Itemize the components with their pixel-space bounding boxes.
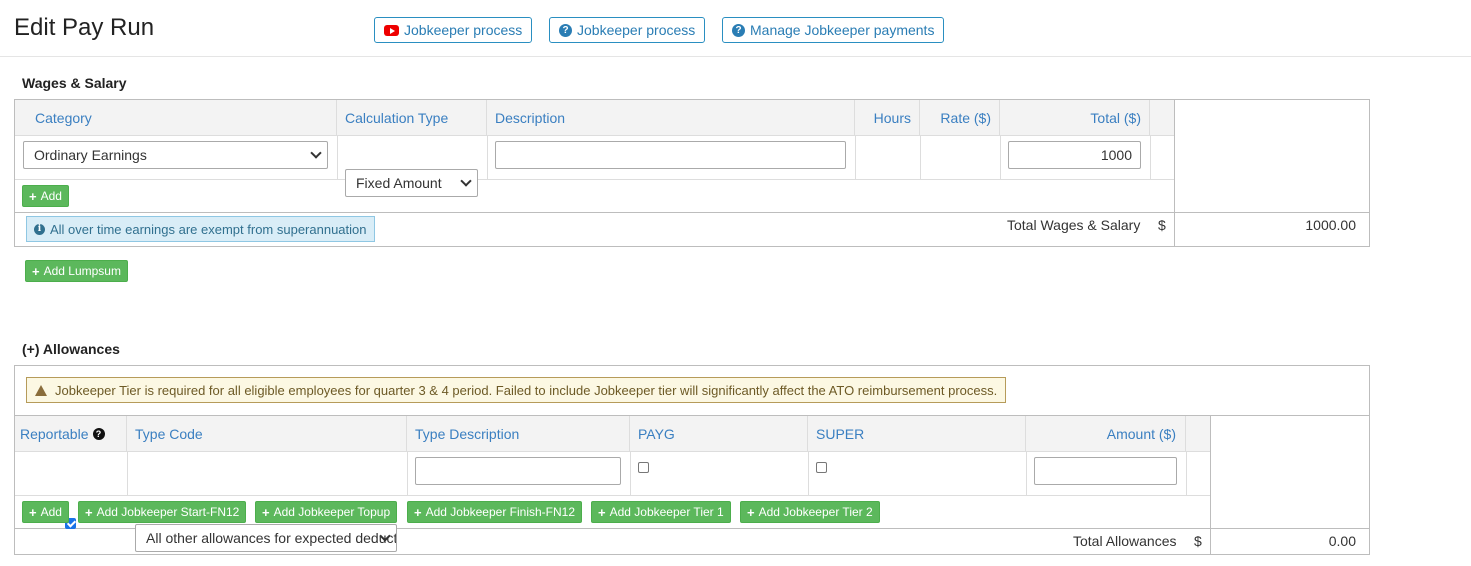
row-divider xyxy=(15,451,1211,452)
total-allowances-currency: $ xyxy=(1194,533,1202,549)
column-divider xyxy=(855,135,856,179)
column-header-calc-type: Calculation Type xyxy=(337,100,487,135)
column-header-actions xyxy=(1150,100,1175,135)
column-divider xyxy=(407,451,408,495)
column-divider xyxy=(127,451,128,495)
header-divider xyxy=(0,56,1471,57)
plus-icon: + xyxy=(747,504,755,520)
add-lumpsum-button[interactable]: + Add Lumpsum xyxy=(25,260,128,282)
column-header-reportable: Reportable ? xyxy=(15,416,127,451)
jobkeeper-help-button-label: Jobkeeper process xyxy=(577,22,696,38)
question-circle-icon: ? xyxy=(732,23,745,37)
calc-type-select[interactable]: Fixed Amount xyxy=(345,169,478,197)
chevron-down-icon xyxy=(460,175,472,187)
total-input[interactable]: 1000 xyxy=(1008,141,1141,169)
add-jobkeeper-start-button[interactable]: + Add Jobkeeper Start-FN12 xyxy=(78,501,247,523)
jobkeeper-warning-badge: Jobkeeper Tier is required for all eligi… xyxy=(26,377,1007,403)
info-circle-icon: i xyxy=(34,223,45,235)
warning-icon xyxy=(35,384,47,396)
category-select-value: Ordinary Earnings xyxy=(34,147,147,163)
page-title: Edit Pay Run xyxy=(14,14,155,41)
column-header-super: SUPER xyxy=(808,416,1026,451)
manage-jobkeeper-button[interactable]: ? Manage Jobkeeper payments xyxy=(722,17,945,43)
plus-icon: + xyxy=(85,504,93,520)
question-circle-icon: ? xyxy=(559,23,572,37)
type-description-input[interactable] xyxy=(415,457,621,485)
column-header-amount: Amount ($) xyxy=(1026,416,1186,451)
add-jobkeeper-topup-button[interactable]: + Add Jobkeeper Topup xyxy=(255,501,398,523)
column-divider xyxy=(1150,135,1151,179)
jobkeeper-video-button-label: Jobkeeper process xyxy=(404,22,523,38)
description-input[interactable] xyxy=(495,141,846,169)
add-jobkeeper-tier1-button[interactable]: + Add Jobkeeper Tier 1 xyxy=(591,501,731,523)
column-divider xyxy=(1000,135,1001,179)
add-jobkeeper-tier2-button[interactable]: + Add Jobkeeper Tier 2 xyxy=(740,501,880,523)
jobkeeper-video-button[interactable]: Jobkeeper process xyxy=(374,17,533,43)
row-divider xyxy=(15,495,1211,496)
column-header-type-code: Type Code xyxy=(127,416,407,451)
calc-type-select-value: Fixed Amount xyxy=(356,175,442,191)
column-header-category: Category xyxy=(15,100,337,135)
plus-icon: + xyxy=(262,504,270,520)
allowances-section-title: (+) Allowances xyxy=(22,341,120,357)
column-header-hours: Hours xyxy=(855,100,920,135)
row-divider xyxy=(15,135,1175,136)
amount-input[interactable] xyxy=(1034,457,1177,485)
column-divider xyxy=(920,135,921,179)
plus-icon: + xyxy=(29,188,37,204)
payg-checkbox[interactable] xyxy=(638,462,649,473)
chevron-down-icon xyxy=(310,147,322,159)
type-code-select-value: All other allowances for expected deduct… xyxy=(146,530,397,546)
add-jobkeeper-finish-button[interactable]: + Add Jobkeeper Finish-FN12 xyxy=(407,501,583,523)
total-wages-label: Total Wages & Salary xyxy=(1007,217,1141,233)
plus-icon: + xyxy=(29,504,37,520)
overtime-info-badge: i All over time earnings are exempt from… xyxy=(26,216,375,242)
plus-icon: + xyxy=(598,504,606,520)
column-header-total: Total ($) xyxy=(1000,100,1150,135)
add-allowance-button[interactable]: + Add xyxy=(22,501,69,523)
column-divider xyxy=(630,451,631,495)
column-divider xyxy=(1026,451,1027,495)
total-wages-value: 1000.00 xyxy=(1305,217,1356,233)
column-header-actions xyxy=(1186,416,1211,451)
plus-icon: + xyxy=(32,263,40,279)
row-divider xyxy=(15,179,1175,180)
column-divider xyxy=(1186,451,1187,495)
youtube-icon xyxy=(384,24,399,36)
plus-icon: + xyxy=(414,504,422,520)
total-allowances-value: 0.00 xyxy=(1328,533,1356,549)
total-allowances-label: Total Allowances xyxy=(1073,533,1177,549)
column-header-rate: Rate ($) xyxy=(920,100,1000,135)
super-checkbox[interactable] xyxy=(816,462,827,473)
column-divider xyxy=(487,135,488,179)
wages-section-title: Wages & Salary xyxy=(22,75,127,91)
category-select[interactable]: Ordinary Earnings xyxy=(23,141,328,169)
column-header-payg: PAYG xyxy=(630,416,808,451)
column-header-type-description: Type Description xyxy=(407,416,630,451)
question-circle-icon[interactable]: ? xyxy=(92,427,105,440)
row-divider xyxy=(15,212,1369,213)
jobkeeper-help-button[interactable]: ? Jobkeeper process xyxy=(549,17,706,43)
column-divider xyxy=(337,135,338,179)
manage-jobkeeper-button-label: Manage Jobkeeper payments xyxy=(750,22,935,38)
total-wages-currency: $ xyxy=(1158,217,1166,233)
add-wage-button[interactable]: + Add xyxy=(22,185,69,207)
type-code-select[interactable]: All other allowances for expected deduct… xyxy=(135,524,397,552)
column-header-description: Description xyxy=(487,100,855,135)
column-divider xyxy=(808,451,809,495)
